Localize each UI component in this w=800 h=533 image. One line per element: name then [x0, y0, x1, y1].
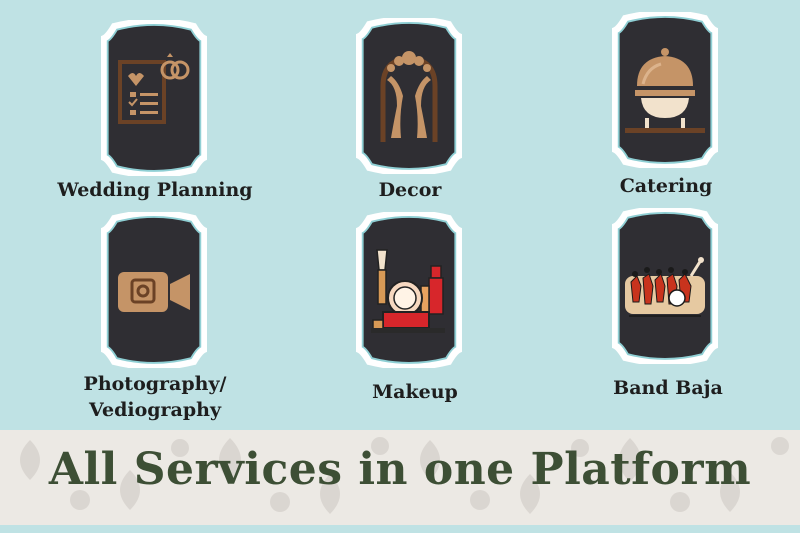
- video-camera-icon: [118, 272, 190, 312]
- service-card-wedding-planning[interactable]: [100, 20, 208, 176]
- makeup-kit-icon: [371, 249, 445, 333]
- service-card-catering[interactable]: [611, 12, 719, 168]
- service-label: Wedding Planning: [57, 179, 253, 201]
- bottom-strip: [0, 525, 800, 533]
- service-label: Photography/ Vediography: [55, 371, 255, 423]
- service-card-photography[interactable]: [100, 212, 208, 368]
- service-card-band-baja[interactable]: [611, 208, 719, 364]
- checklist-rings-icon: [118, 53, 190, 124]
- service-card-decor[interactable]: [355, 18, 463, 174]
- service-card-makeup[interactable]: [355, 212, 463, 368]
- banner-title: All Services in one Platform: [48, 444, 752, 495]
- food-cloche-icon: [625, 48, 705, 133]
- service-label-line: Photography/: [83, 373, 227, 395]
- service-label: Catering: [619, 175, 713, 197]
- floral-arch-icon: [380, 51, 438, 142]
- platform-banner: All Services in one Platform: [0, 430, 800, 525]
- service-label-line: Vediography: [88, 399, 221, 421]
- service-label: Band Baja: [613, 377, 723, 399]
- service-label: Makeup: [372, 381, 458, 403]
- service-label: Decor: [378, 179, 442, 201]
- band-baja-icon: [625, 257, 705, 317]
